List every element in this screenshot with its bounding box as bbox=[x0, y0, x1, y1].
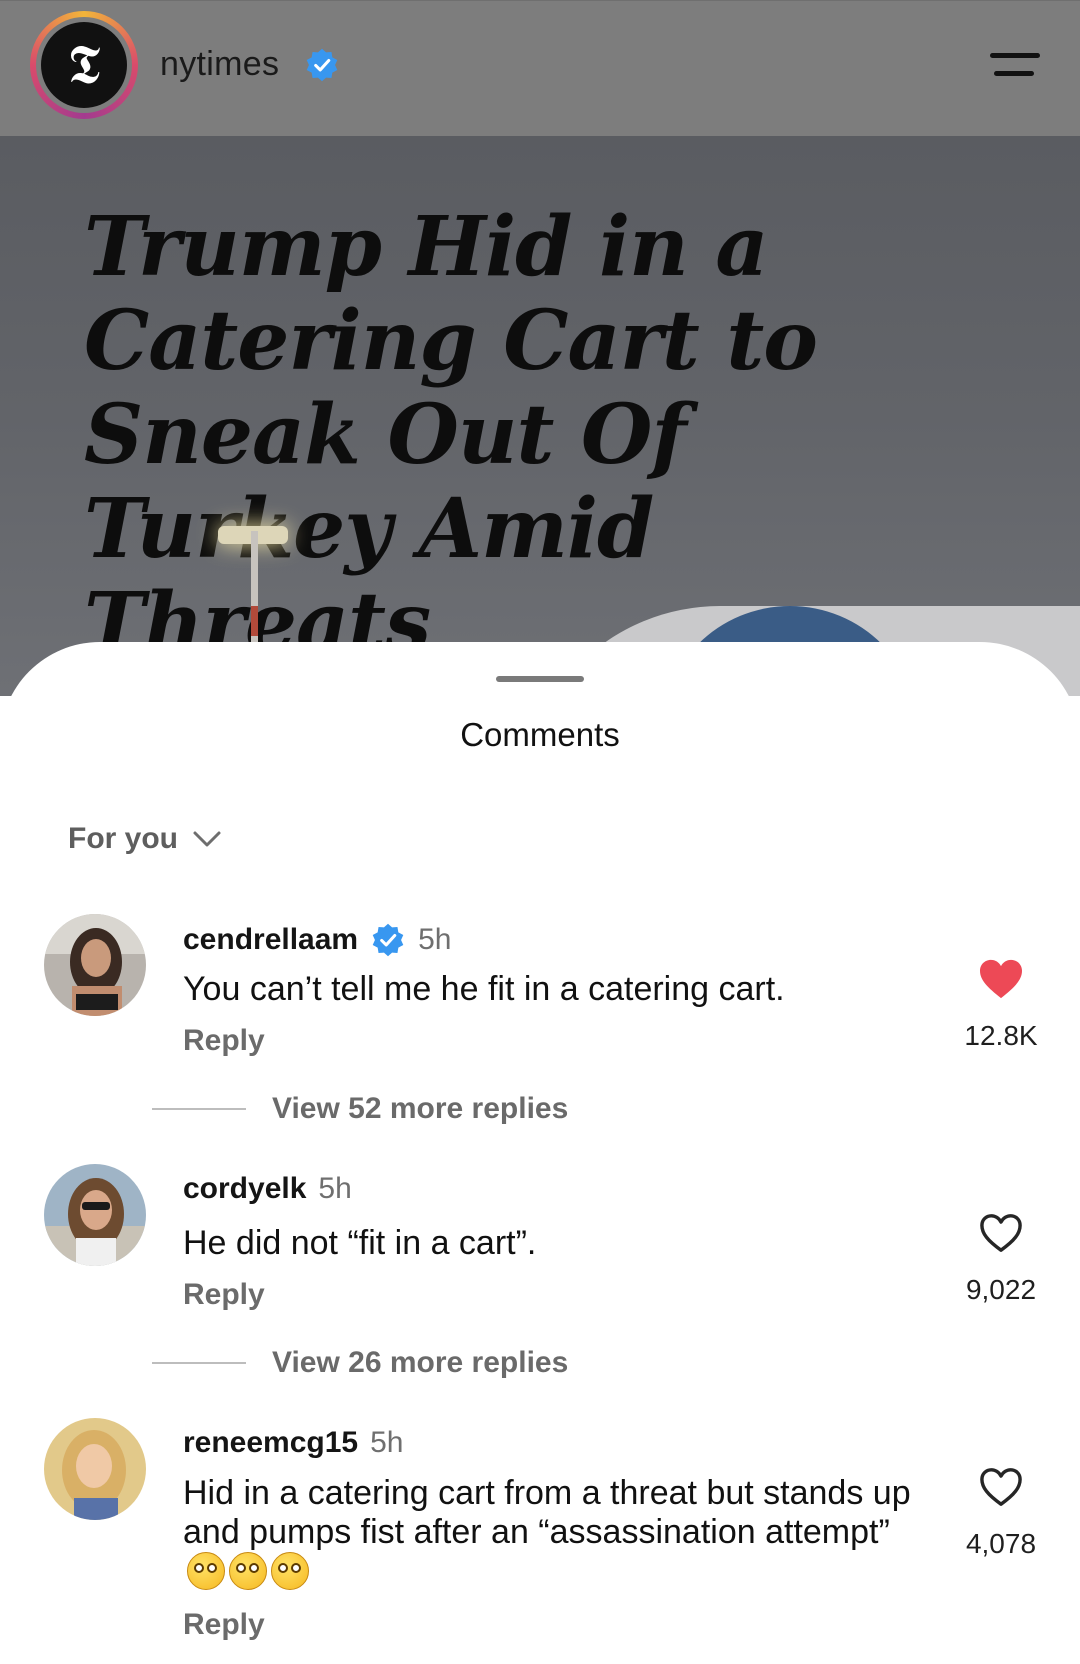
face-with-hand-over-mouth-icon bbox=[271, 1552, 309, 1590]
face-with-rolling-eyes-icon bbox=[229, 1552, 267, 1590]
view-more-replies[interactable]: View 26 more replies bbox=[152, 1346, 568, 1380]
comment-text-body: Hid in a catering cart from a threat but… bbox=[183, 1474, 911, 1551]
reply-button[interactable]: Reply bbox=[183, 1608, 265, 1642]
account-handle[interactable]: nytimes bbox=[160, 45, 279, 84]
comment-header: cordyelk 5h bbox=[183, 1172, 352, 1206]
view-more-label: View 26 more replies bbox=[272, 1346, 569, 1379]
nyt-logo-icon: 𝕿 bbox=[41, 22, 127, 108]
chevron-down-icon bbox=[193, 831, 221, 847]
comment-username[interactable]: reneemcg15 bbox=[183, 1426, 358, 1460]
reply-button[interactable]: Reply bbox=[183, 1278, 265, 1312]
comment-header: reneemcg15 5h bbox=[183, 1426, 403, 1460]
comments-sheet: Comments For you cendrellaam 5h You can’… bbox=[0, 642, 1080, 1664]
view-more-replies[interactable]: View 52 more replies bbox=[152, 1092, 568, 1126]
comment-username[interactable]: cendrellaam bbox=[183, 923, 358, 957]
heart-outline-icon[interactable] bbox=[978, 1212, 1024, 1254]
sheet-title: Comments bbox=[460, 716, 620, 753]
view-more-label: View 52 more replies bbox=[272, 1092, 569, 1125]
filter-label: For you bbox=[68, 822, 178, 855]
account-avatar[interactable]: 𝕿 bbox=[30, 11, 138, 119]
menu-icon[interactable] bbox=[986, 47, 1044, 83]
comment-time: 5h bbox=[370, 1426, 404, 1459]
face-with-monocle-icon bbox=[187, 1552, 225, 1590]
like-count: 9,022 bbox=[965, 1274, 1037, 1305]
comment-text: Hid in a catering cart from a threat but… bbox=[183, 1474, 923, 1593]
commenter-avatar[interactable] bbox=[44, 1418, 146, 1520]
reply-button[interactable]: Reply bbox=[183, 1024, 265, 1058]
heart-filled-icon[interactable] bbox=[978, 958, 1024, 1000]
post-header: 𝕿 nytimes bbox=[0, 0, 1080, 136]
comment-item: cordyelk 5h He did not “fit in a cart”. … bbox=[0, 1164, 1080, 1372]
sort-filter-dropdown[interactable]: For you bbox=[68, 822, 222, 856]
comment-text: He did not “fit in a cart”. bbox=[183, 1224, 537, 1262]
like-count: 12.8K bbox=[964, 1020, 1038, 1051]
commenter-avatar[interactable] bbox=[44, 1164, 146, 1266]
verified-badge-icon bbox=[372, 923, 404, 957]
comment-item: cendrellaam 5h You can’t tell me he fit … bbox=[0, 914, 1080, 1118]
post-image[interactable]: Trump Hid in a Catering Cart to Sneak Ou… bbox=[0, 136, 1080, 696]
heart-outline-icon[interactable] bbox=[978, 1466, 1024, 1508]
commenter-avatar[interactable] bbox=[44, 914, 146, 1016]
like-count: 4,078 bbox=[965, 1528, 1037, 1559]
sheet-grabber[interactable] bbox=[496, 676, 584, 682]
verified-badge-icon bbox=[306, 48, 338, 82]
comment-username[interactable]: cordyelk bbox=[183, 1172, 306, 1206]
comment-time: 5h bbox=[318, 1172, 352, 1205]
comment-text: You can’t tell me he fit in a catering c… bbox=[183, 970, 785, 1008]
comment-header: cendrellaam 5h bbox=[183, 922, 451, 958]
article-headline: Trump Hid in a Catering Cart to Sneak Ou… bbox=[84, 199, 818, 670]
comment-item: reneemcg15 5h Hid in a catering cart fro… bbox=[0, 1418, 1080, 1656]
comment-time: 5h bbox=[418, 923, 452, 956]
